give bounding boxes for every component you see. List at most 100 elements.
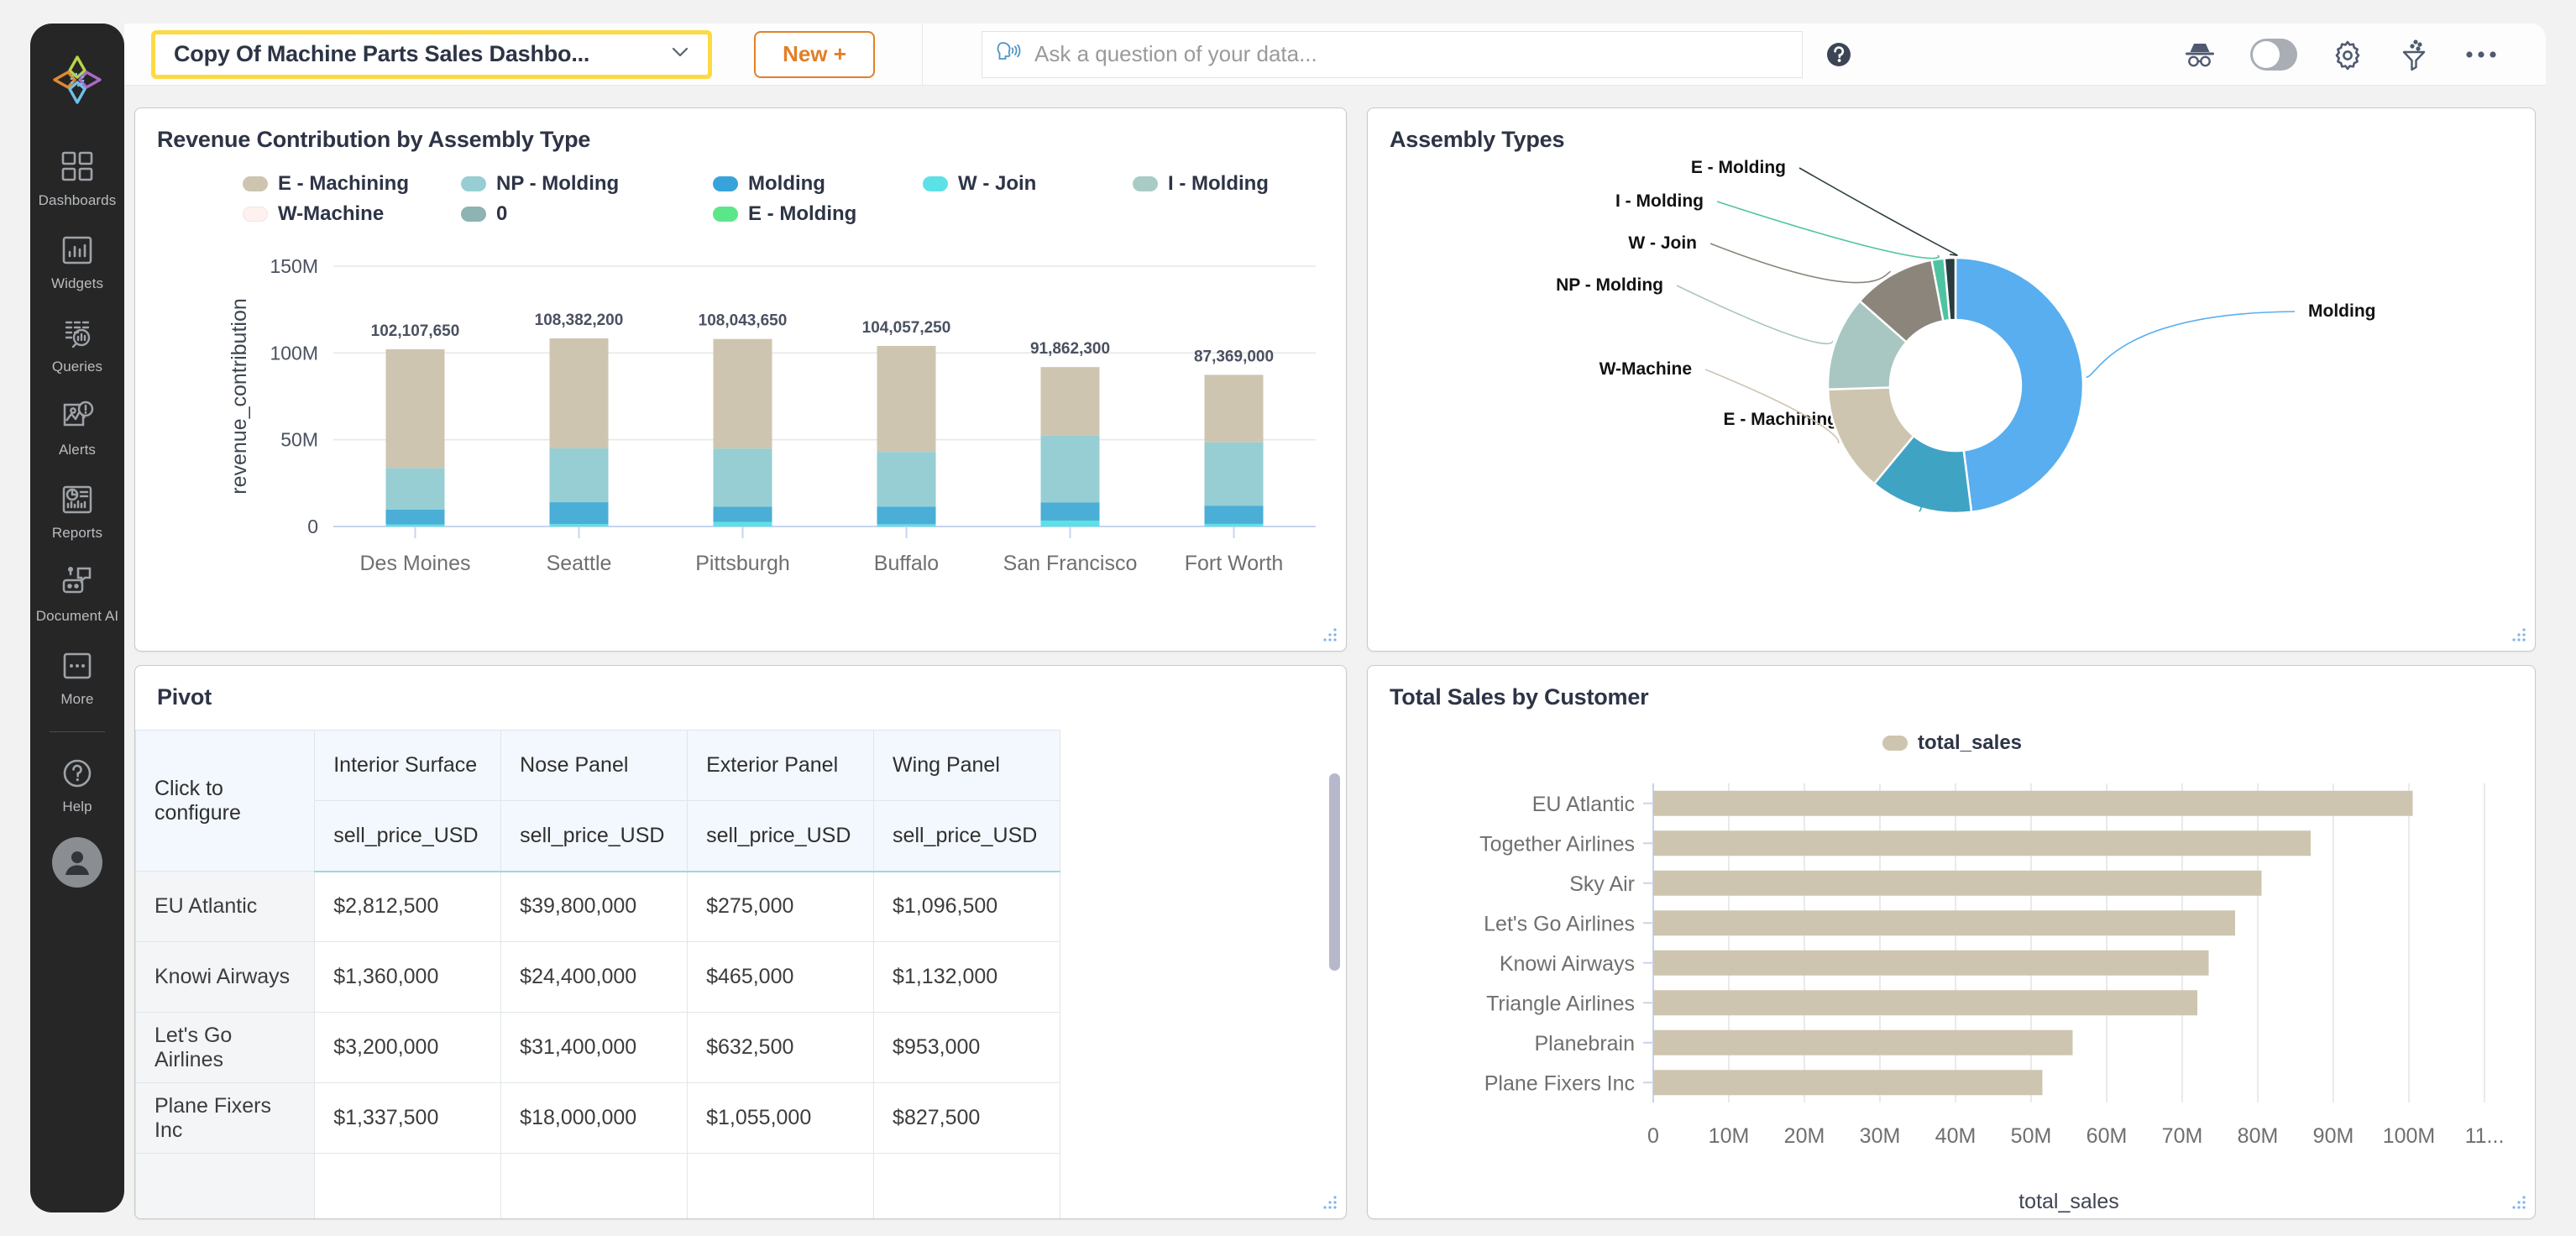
bar-segment[interactable]: [1040, 520, 1100, 526]
pivot-row-header[interactable]: EU Atlantic: [135, 871, 316, 942]
bar-segment[interactable]: [385, 348, 445, 469]
bar-segment[interactable]: [549, 448, 609, 503]
table-row[interactable]: EU Atlantic $2,812,500 $39,800,000 $275,000…: [135, 871, 1060, 942]
bar-segment[interactable]: [1204, 523, 1264, 526]
legend-item[interactable]: I - Molding: [1133, 172, 1301, 196]
donut-slice-label: I - Molding: [1615, 191, 1704, 211]
sidebar-item-queries[interactable]: Queries: [30, 302, 124, 385]
bar-segment[interactable]: [385, 468, 445, 510]
pivot-cell: $1,132,000: [873, 941, 1060, 1013]
pivot-vertical-scrollbar[interactable]: [1329, 773, 1340, 971]
donut-slice[interactable]: [1954, 256, 2085, 514]
legend-item[interactable]: NP - Molding: [461, 172, 713, 196]
bar-segment[interactable]: [713, 506, 772, 522]
legend-item[interactable]: 0: [461, 202, 713, 226]
sidebar-item-alerts[interactable]: Alerts: [30, 385, 124, 469]
bar-segment[interactable]: [549, 524, 609, 526]
filter-funnel-icon[interactable]: [2398, 38, 2430, 71]
pivot-row-header[interactable]: Knowi Airways: [135, 941, 316, 1013]
bar[interactable]: [1653, 990, 2197, 1016]
bar-segment[interactable]: [385, 509, 445, 525]
bar[interactable]: [1653, 870, 2262, 896]
new-button[interactable]: New +: [754, 30, 875, 78]
bar-segment[interactable]: [877, 452, 936, 507]
bar-segment[interactable]: [549, 502, 609, 525]
bar-segment[interactable]: [1040, 435, 1100, 503]
bar-segment[interactable]: [877, 524, 936, 526]
sidebar-item-dashboards[interactable]: Dashboards: [30, 136, 124, 219]
y-axis-tick: Let's Go Airlines: [1484, 912, 1635, 935]
bar-segment[interactable]: [385, 524, 445, 526]
table-row[interactable]: [135, 1153, 1060, 1218]
pivot-measure-header[interactable]: sell_price_USD: [314, 800, 502, 872]
pivot-column-header[interactable]: Wing Panel: [873, 730, 1060, 801]
legend-item[interactable]: total_sales: [1882, 731, 2022, 755]
help-question-icon[interactable]: [1825, 40, 1853, 69]
toggle-switch[interactable]: [2250, 38, 2297, 71]
resize-handle-icon[interactable]: [1317, 624, 1339, 646]
table-row[interactable]: Knowi Airways $1,360,000 $24,400,000 $465,0…: [135, 941, 1060, 1013]
dashboard-selector[interactable]: Copy Of Machine Parts Sales Dashbo...: [155, 34, 708, 75]
bar[interactable]: [1653, 790, 2413, 816]
pivot-measure-header[interactable]: sell_price_USD: [500, 800, 689, 872]
sidebar-item-reports[interactable]: Reports: [30, 469, 124, 552]
bar[interactable]: [1653, 910, 2235, 936]
pivot-measure-header[interactable]: sell_price_USD: [687, 800, 875, 872]
pivot-column-header[interactable]: Exterior Panel: [687, 730, 875, 801]
pivot-scroll-area[interactable]: Click to configure Interior Surface Nose P…: [135, 730, 1346, 1218]
ask-question-input[interactable]: Ask a question of your data...: [982, 30, 1803, 78]
bar-segment[interactable]: [1204, 505, 1264, 524]
y-axis-tick: 0: [307, 516, 318, 537]
y-axis-tick: 100M: [270, 342, 318, 364]
legend-item[interactable]: W - Join: [923, 172, 1133, 196]
bar-segment[interactable]: [1204, 374, 1264, 443]
bar-segment[interactable]: [549, 338, 609, 448]
x-axis-tick: 40M: [1935, 1124, 1977, 1148]
incognito-hat-icon[interactable]: [2183, 39, 2217, 70]
pivot-row-header[interactable]: Let's Go Airlines: [135, 1012, 316, 1083]
pivot-header-row: Click to configure Interior Surface Nose P…: [135, 730, 1060, 872]
legend-item[interactable]: Molding: [713, 172, 923, 196]
ellipsis-icon[interactable]: [2463, 49, 2499, 60]
bar-segment[interactable]: [877, 506, 936, 525]
bar-segment[interactable]: [877, 345, 936, 453]
bar[interactable]: [1653, 830, 2311, 856]
donut-callout-line: [1704, 369, 1840, 444]
pivot-cell: $2,812,500: [314, 871, 502, 942]
table-row[interactable]: Let's Go Airlines $3,200,000 $31,400,000 $6…: [135, 1012, 1060, 1083]
widget-assembly-types: Assembly Types Molding E - Machining W-Mac…: [1367, 107, 2536, 652]
pivot-column-header[interactable]: Nose Panel: [500, 730, 689, 801]
bar-segment[interactable]: [1040, 502, 1100, 521]
speak-head-icon: [996, 38, 1024, 71]
legend-item[interactable]: W-Machine: [243, 202, 461, 226]
pivot-configure-cell[interactable]: Click to configure: [135, 730, 316, 872]
legend-item[interactable]: E - Molding: [713, 202, 923, 226]
bar-segment[interactable]: [713, 448, 772, 507]
legend-item[interactable]: E - Machining: [243, 172, 461, 196]
resize-handle-icon[interactable]: [1317, 1191, 1339, 1213]
bar-segment[interactable]: [1204, 442, 1264, 506]
user-avatar-icon[interactable]: [52, 837, 102, 888]
resize-handle-icon[interactable]: [2506, 624, 2528, 646]
resize-handle-icon[interactable]: [2506, 1191, 2528, 1213]
pivot-cell: $1,055,000: [687, 1082, 875, 1154]
bar-segment[interactable]: [713, 521, 772, 526]
gear-icon[interactable]: [2331, 38, 2364, 71]
sidebar-item-widgets[interactable]: Widgets: [30, 219, 124, 302]
sidebar-item-more[interactable]: More: [30, 635, 124, 718]
pivot-column-header[interactable]: Interior Surface: [314, 730, 502, 801]
bar[interactable]: [1653, 1029, 2073, 1055]
bar[interactable]: [1653, 950, 2209, 976]
pivot-cell: $24,400,000: [500, 941, 689, 1013]
legend-label: 0: [496, 202, 508, 225]
donut-slice-label: W-Machine: [1600, 359, 1692, 379]
bar-segment[interactable]: [1040, 367, 1100, 436]
sidebar-item-document-ai[interactable]: Document AI: [30, 552, 124, 635]
knowi-star-logo[interactable]: [50, 52, 105, 107]
bar[interactable]: [1653, 1070, 2043, 1096]
bar-segment[interactable]: [713, 338, 772, 449]
pivot-row-header[interactable]: Plane Fixers Inc: [135, 1082, 316, 1154]
sidebar-item-help[interactable]: Help: [30, 742, 124, 825]
pivot-measure-header[interactable]: sell_price_USD: [873, 800, 1060, 872]
table-row[interactable]: Plane Fixers Inc $1,337,500 $18,000,000 $1,…: [135, 1082, 1060, 1154]
